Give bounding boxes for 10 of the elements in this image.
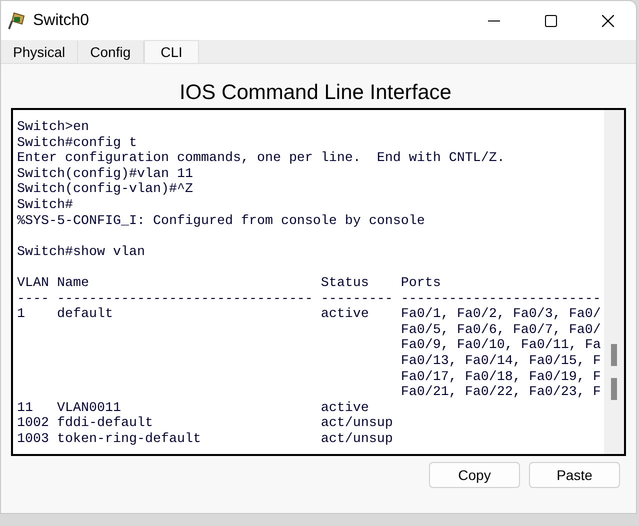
window-title: Switch0 bbox=[33, 10, 90, 30]
tab[interactable]: CLI bbox=[144, 40, 200, 63]
action-button[interactable]: Paste bbox=[529, 462, 620, 488]
panel-heading: IOS Command Line Interface bbox=[178, 80, 452, 105]
close-icon bbox=[602, 14, 614, 26]
maximize-icon bbox=[544, 14, 556, 26]
switch-icon bbox=[7, 10, 27, 30]
action-button[interactable]: Copy bbox=[429, 462, 520, 488]
terminal-output: Switch>en Switch#config t Enter configuration commands, one per line. End with CNTL/Z. Switch(config)#vlan 11 Switch(config-vlan)#^Z Switch# %SYS-5-CONFIG_I: Configured from console by console Switch#show vlan VLAN Name Status Ports ---- -------------------------------- --------- ------------------------- 1 default active Fa0/1, Fa0/2, Fa0/3, Fa0/ Fa0/5, Fa0/6, Fa0/7, Fa0/ Fa0/9, Fa0/10, Fa0/11, Fa Fa0/13, Fa0/14, Fa0/15, F Fa0/17, Fa0/18, Fa0/19, F Fa0/21, Fa0/22, Fa0/23, F 11 VLAN0011 active 1002 fddi-default act/unsup 1003 token-ring-default act/unsup bbox=[16, 119, 602, 449]
scrollbar[interactable] bbox=[604, 110, 624, 454]
